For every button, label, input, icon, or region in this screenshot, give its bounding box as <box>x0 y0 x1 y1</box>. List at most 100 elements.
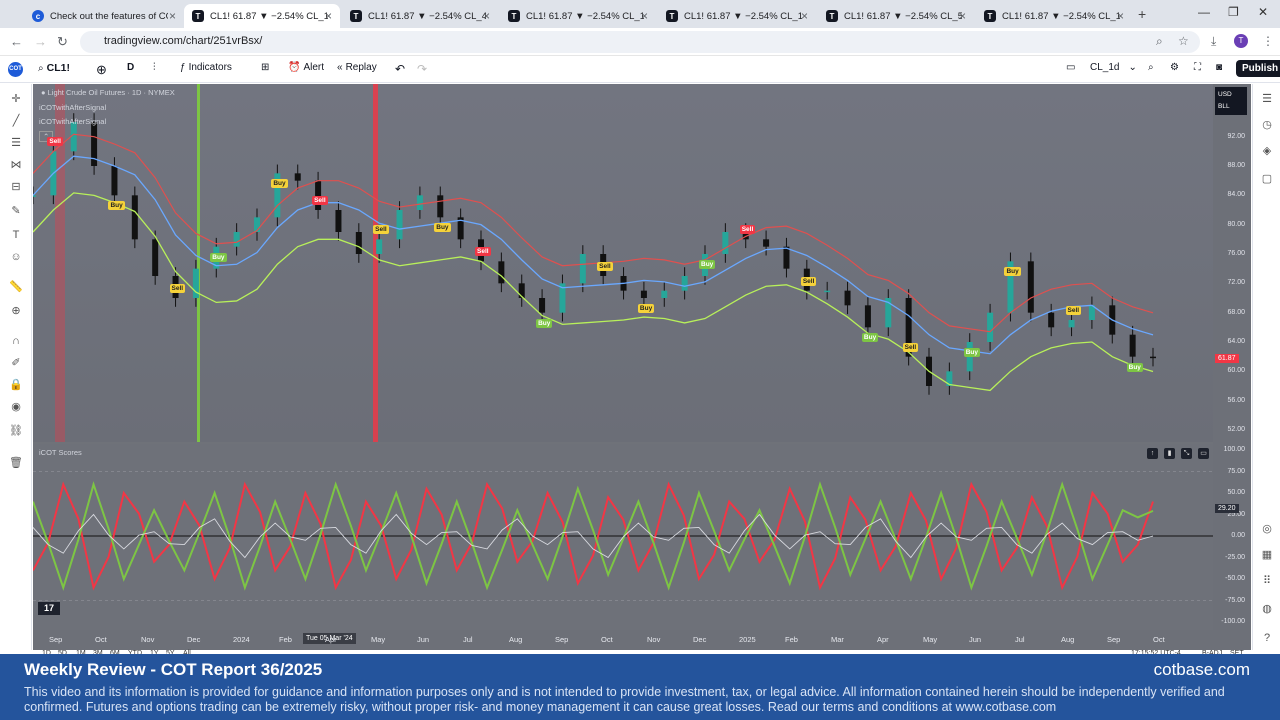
reload-icon[interactable]: ↻ <box>57 34 68 50</box>
brush-icon[interactable]: ✎ <box>9 204 23 218</box>
trash-icon[interactable]: 🗑 <box>9 456 23 470</box>
notifications-icon[interactable]: ◍ <box>1260 602 1274 616</box>
price-pane[interactable]: ● Light Crude Oil Futures · 1D · NYMEX i… <box>30 84 1213 442</box>
close-icon[interactable]: × <box>483 9 490 23</box>
indicator-legend-1[interactable]: iCOTwithAfterSignal <box>39 103 106 112</box>
calendar-icon[interactable]: ▦ <box>1260 548 1274 562</box>
replay-button[interactable]: « Replay <box>337 62 377 73</box>
tab-cl-15min[interactable]: T CL1! 61.87 ▼ −2.54% CL_15min × <box>658 4 816 28</box>
menu-kebab-icon[interactable]: ⋮ <box>1262 34 1274 48</box>
price-tick-label: 92.00 <box>1227 132 1245 140</box>
tab-cl-5min[interactable]: T CL1! 61.87 ▼ −2.54% CL_5min × <box>818 4 974 28</box>
candle-body <box>1150 356 1156 359</box>
chart-area[interactable]: ● Light Crude Oil Futures · 1D · NYMEX i… <box>30 84 1251 650</box>
layout-name-button[interactable]: CL_1d ⌄ <box>1090 62 1137 73</box>
zoom-in-icon[interactable]: ⊕ <box>9 304 23 318</box>
avatar[interactable]: T <box>1234 34 1248 48</box>
alerts-clock-icon[interactable]: ◷ <box>1260 118 1274 132</box>
bookmark-star-icon[interactable]: ☆ <box>1178 34 1189 48</box>
fullscreen-icon[interactable]: ⛶ <box>1194 62 1201 73</box>
delete-pane-icon[interactable]: ▮ <box>1164 448 1175 459</box>
cotbase-logo[interactable]: COT <box>8 62 23 77</box>
watchlist-icon[interactable]: ☰ <box>1260 92 1274 106</box>
publish-button[interactable]: Publish <box>1236 60 1280 77</box>
close-icon[interactable]: × <box>959 9 966 23</box>
compare-symbol-icon[interactable]: ⊕ <box>96 62 107 78</box>
templates-icon[interactable]: ⊞ <box>261 62 269 73</box>
layers-icon[interactable]: ◈ <box>1260 144 1274 158</box>
candle-type-icon[interactable]: ⫶ <box>153 62 156 73</box>
pattern-icon[interactable]: ⋈ <box>9 158 23 172</box>
cot-scores-pane[interactable]: iCOT Scores <box>32 444 1213 630</box>
trendline-icon[interactable]: ╱ <box>9 114 23 128</box>
undo-icon[interactable]: ↶ <box>395 62 405 76</box>
cot-tick-label: 75.00 <box>1227 467 1245 475</box>
magnet-icon[interactable]: ∩ <box>9 334 23 348</box>
move-up-icon[interactable]: ↑ <box>1147 448 1158 459</box>
back-icon[interactable]: ← <box>10 34 23 49</box>
download-icon[interactable]: ⤓ <box>1211 34 1216 49</box>
quick-search-icon[interactable]: ⌕ <box>1148 62 1154 73</box>
tradingview-logo[interactable]: 17 <box>38 602 60 615</box>
close-icon[interactable]: × <box>325 9 332 23</box>
minimize-icon[interactable]: — <box>1198 5 1210 19</box>
interval-button[interactable]: D <box>127 62 134 73</box>
close-icon[interactable]: × <box>1117 9 1124 23</box>
apps-grid-icon[interactable]: ⠿ <box>1260 574 1274 588</box>
close-icon[interactable]: × <box>641 9 648 23</box>
emoji-icon[interactable]: ☺ <box>9 250 23 264</box>
collapse-pane-icon[interactable]: ⤡ <box>1181 448 1192 459</box>
cot-pane-title: iCOT Scores <box>39 448 82 457</box>
zoom-icon[interactable]: ⌕ <box>1156 34 1163 49</box>
maximize-icon[interactable]: ❐ <box>1228 5 1239 19</box>
time-tick-label: Sep <box>1107 635 1121 644</box>
indicators-button[interactable]: ƒ Indicators <box>180 62 232 73</box>
stay-drawing-icon[interactable]: ✐ <box>9 356 23 370</box>
tab-cl-4h[interactable]: T CL1! 61.87 ▼ −2.54% CL_4h × <box>342 4 498 28</box>
chat-icon[interactable]: ▢ <box>1260 172 1274 186</box>
prediction-icon[interactable]: ⊟ <box>9 180 23 194</box>
currency-unit-box[interactable]: USD BLL <box>1215 87 1247 115</box>
candle-body <box>1129 334 1136 357</box>
indicator-legend-2[interactable]: iCOTwithAfterSignal <box>39 117 106 126</box>
tab-cl-1d[interactable]: T CL1! 61.87 ▼ −2.54% CL_1d × <box>184 4 340 28</box>
ruler-icon[interactable]: 📏 <box>9 280 23 294</box>
layout-icon[interactable]: ▭ <box>1066 62 1075 73</box>
fib-retracement-icon[interactable]: ☰ <box>9 136 23 150</box>
tab-cotbase[interactable]: c Check out the features of COT... × <box>24 4 184 28</box>
link-icon[interactable]: ⛓ <box>9 424 23 438</box>
time-tick-label: 2024 <box>233 635 250 644</box>
url-field[interactable]: tradingview.com/chart/251vrBsx/ <box>80 31 1200 53</box>
candle-body <box>824 290 831 293</box>
time-scale[interactable]: Tue 05 Mar '24 Sep Oct Nov Dec 2024 Feb Apr May… <box>33 630 1251 650</box>
text-icon[interactable]: T <box>9 228 23 242</box>
moving-average-line <box>32 155 1154 355</box>
close-window-icon[interactable]: ✕ <box>1258 5 1268 19</box>
visibility-icon[interactable]: ● <box>41 88 46 97</box>
candle-body <box>1068 320 1075 328</box>
alert-button[interactable]: ⏰ Alert <box>288 62 324 73</box>
time-tick-label: Dec <box>187 635 201 644</box>
tab-cl-1h[interactable]: T CL1! 61.87 ▼ −2.54% CL_1h × <box>500 4 656 28</box>
target-icon[interactable]: ◎ <box>1260 522 1274 536</box>
buy-signal-label: Buy <box>271 179 288 189</box>
tab-cl-1min[interactable]: T CL1! 61.87 ▼ −2.54% CL_1min × <box>976 4 1132 28</box>
eye-icon[interactable]: ◉ <box>9 400 23 414</box>
settings-gear-icon[interactable]: ⚙ <box>1170 62 1179 73</box>
help-icon[interactable]: ? <box>1260 632 1274 646</box>
maximize-pane-icon[interactable]: ▭ <box>1198 448 1209 459</box>
tradingview-icon: T <box>984 10 996 22</box>
cot-tick-label: 0.00 <box>1231 532 1245 539</box>
crosshair-icon[interactable]: ✛ <box>9 92 23 106</box>
close-icon[interactable]: × <box>801 9 808 23</box>
symbol-search-button[interactable]: ⌕ CL1! <box>38 62 70 74</box>
close-icon[interactable]: × <box>169 9 176 23</box>
buy-signal-label: Buy <box>861 333 879 343</box>
new-tab-icon[interactable]: + <box>1138 6 1146 22</box>
forward-icon[interactable]: → <box>34 34 47 49</box>
lock-icon[interactable]: 🔒 <box>9 378 23 392</box>
redo-icon[interactable]: ↷ <box>417 62 427 76</box>
candle-body <box>539 298 546 313</box>
candle-body <box>661 290 668 298</box>
camera-icon[interactable]: ◙ <box>1216 62 1222 73</box>
